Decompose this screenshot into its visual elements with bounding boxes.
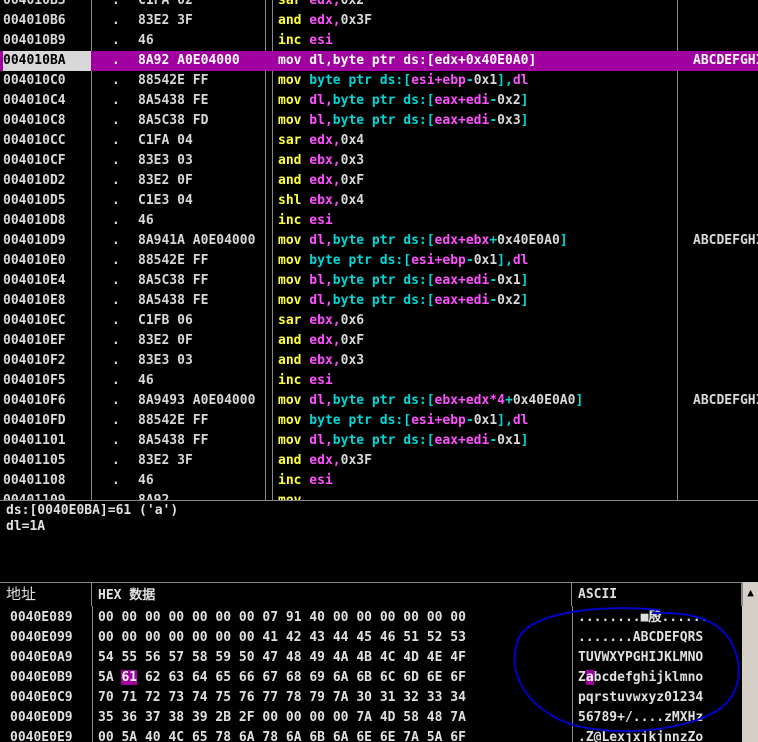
annotation-ellipse [513, 607, 740, 733]
hand-drawn-circle-annotation [513, 607, 740, 733]
